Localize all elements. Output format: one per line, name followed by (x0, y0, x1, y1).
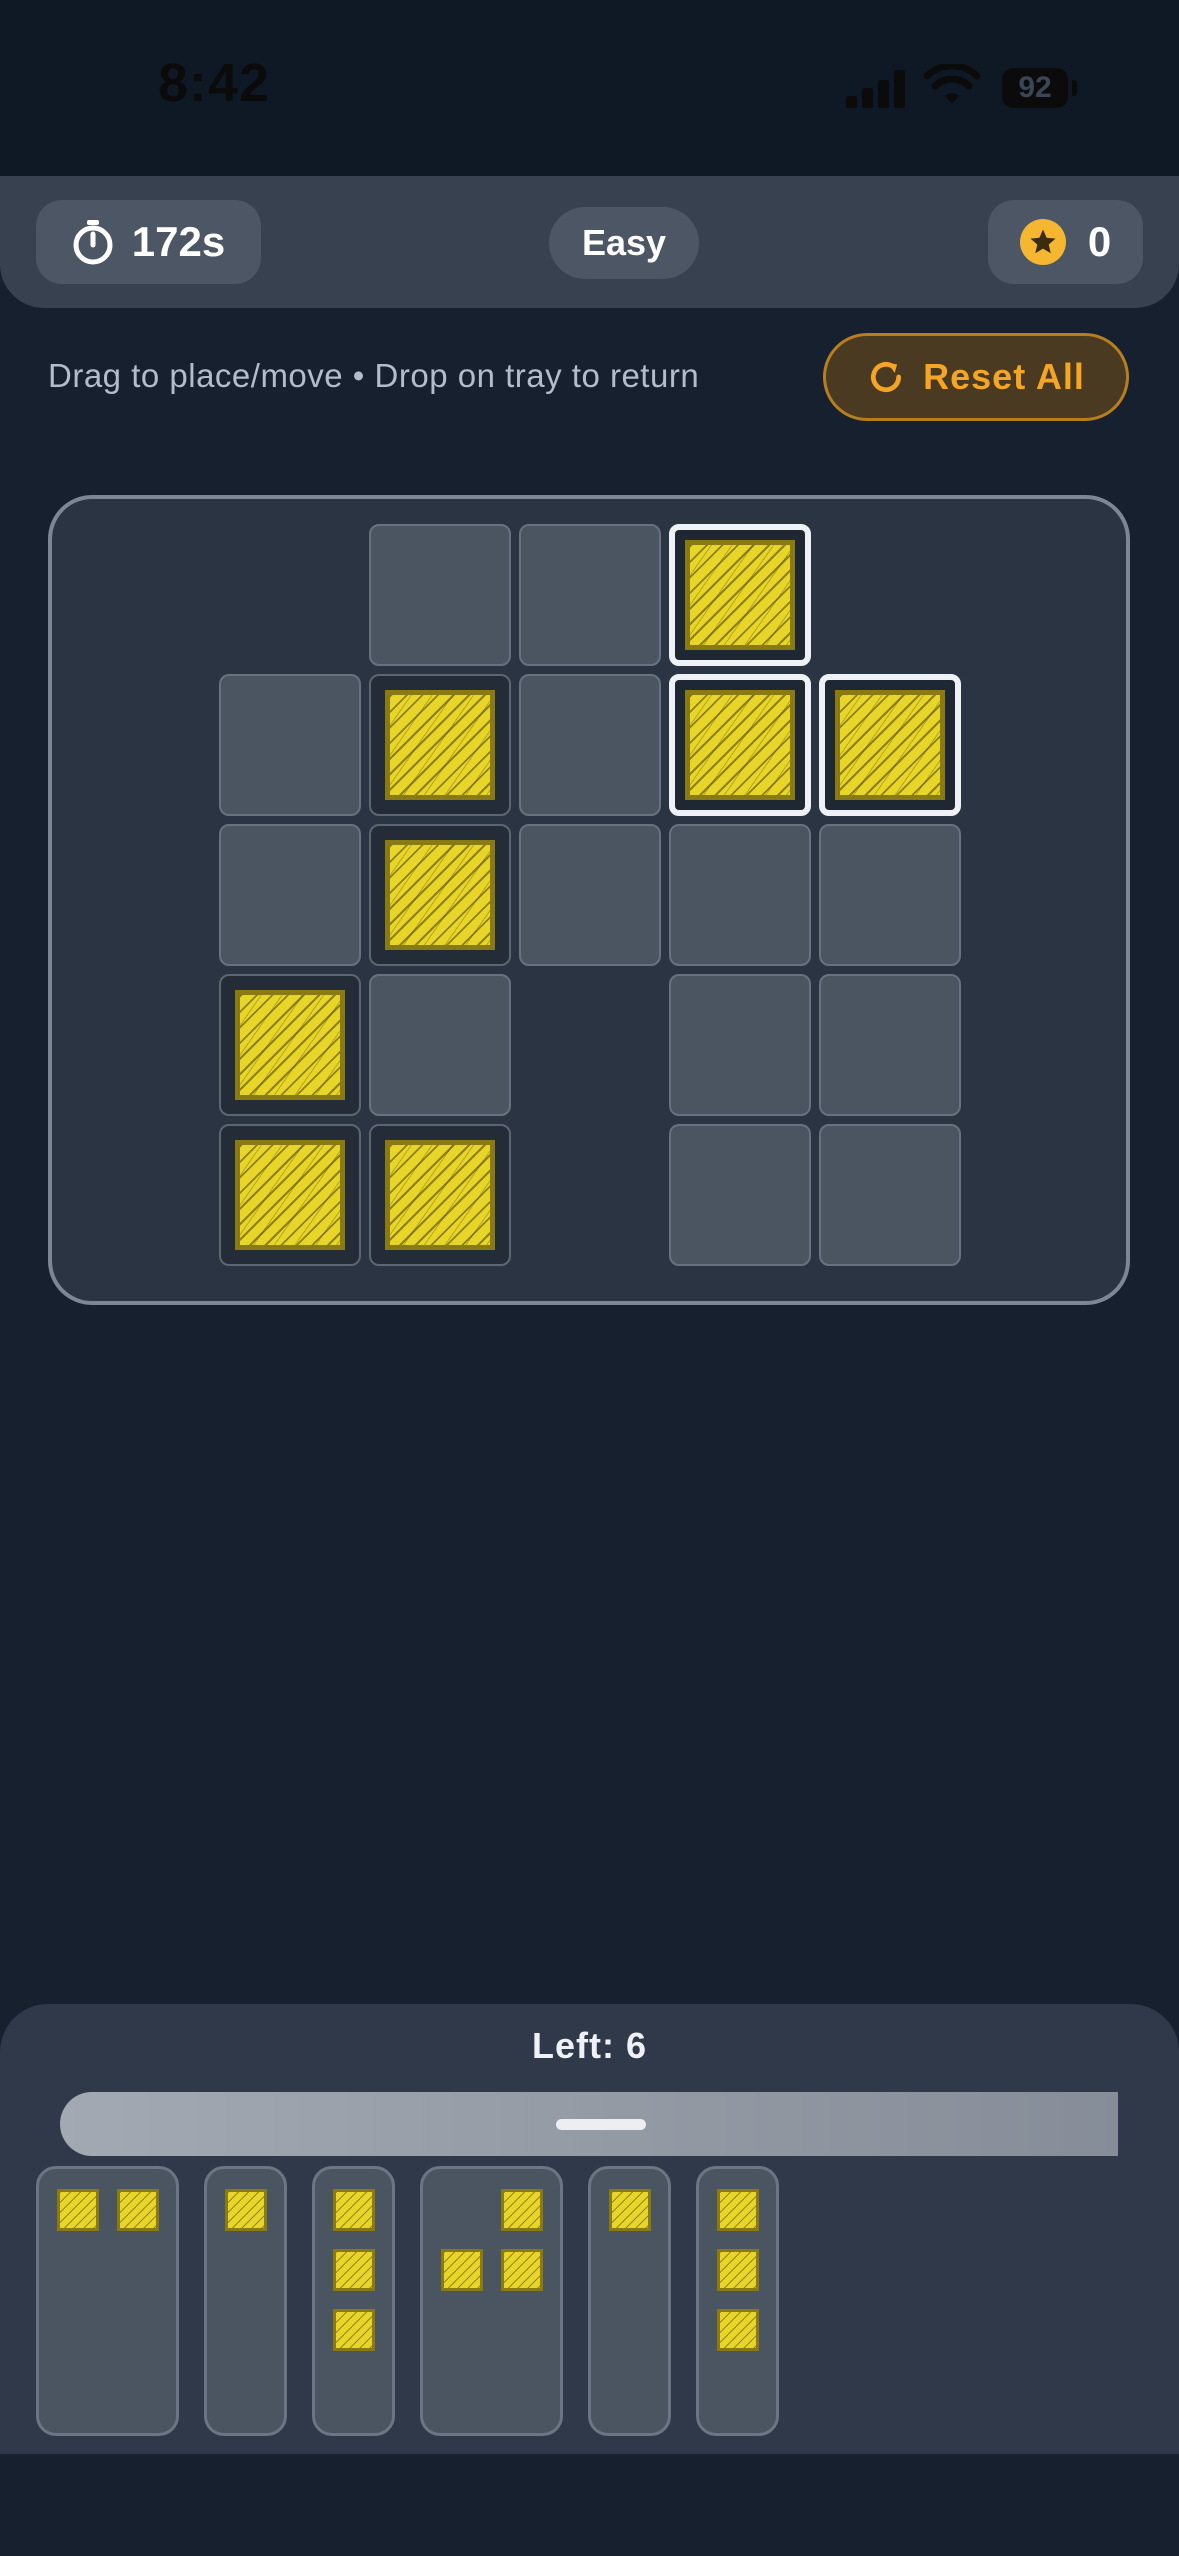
piece-block (717, 2249, 759, 2291)
piece-block (501, 2249, 543, 2291)
cellular-signal-icon (846, 70, 906, 108)
score-pill: 0 (988, 200, 1143, 284)
board-cell[interactable] (819, 974, 961, 1116)
instruction-text: Drag to place/move • Drop on tray to ret… (48, 357, 700, 394)
tray-piece[interactable] (696, 2166, 779, 2436)
yellow-block[interactable] (685, 690, 795, 800)
board-cell[interactable] (219, 1124, 361, 1266)
piece-block (717, 2189, 759, 2231)
board-cell[interactable] (219, 674, 361, 816)
score-value: 0 (1087, 218, 1112, 265)
board-cell[interactable] (519, 824, 661, 966)
reset-all-button[interactable]: Reset All (823, 333, 1129, 421)
board-cell[interactable] (369, 974, 511, 1116)
board-cell[interactable] (819, 674, 961, 816)
battery-tip (1072, 80, 1077, 96)
yellow-block[interactable] (385, 840, 495, 950)
refresh-icon (871, 362, 902, 393)
tray-piece[interactable] (588, 2166, 671, 2436)
tray-piece[interactable] (204, 2166, 287, 2436)
board-cell[interactable] (369, 674, 511, 816)
board-cell[interactable] (669, 974, 811, 1116)
piece-block (333, 2309, 375, 2351)
yellow-block[interactable] (835, 690, 945, 800)
piece-block (609, 2189, 651, 2231)
piece-block (333, 2189, 375, 2231)
yellow-block[interactable] (235, 1140, 345, 1250)
board-cell[interactable] (369, 1124, 511, 1266)
board-cell[interactable] (219, 824, 361, 966)
yellow-block[interactable] (385, 1140, 495, 1250)
board-cell[interactable] (669, 524, 811, 666)
stopwatch-icon (73, 220, 113, 265)
battery-icon: 92 (1002, 68, 1068, 108)
difficulty-badge: Easy (549, 207, 699, 279)
puzzle-board[interactable] (48, 495, 1130, 1305)
piece-block (57, 2189, 99, 2231)
tray-piece[interactable] (420, 2166, 563, 2436)
timer-pill: 172s (36, 200, 261, 284)
pieces-left-label: Left: 6 (532, 2025, 647, 2066)
reset-all-label: Reset All (923, 356, 1085, 397)
piece-block (117, 2189, 159, 2231)
wifi-icon (923, 64, 981, 104)
board-cell[interactable] (519, 524, 661, 666)
game-header: 172s Easy 0 (0, 176, 1179, 308)
yellow-block[interactable] (385, 690, 495, 800)
star-icon (1019, 219, 1066, 265)
scrollbar-thumb[interactable] (556, 2119, 646, 2130)
tray-piece[interactable] (312, 2166, 395, 2436)
board-cell[interactable] (369, 824, 511, 966)
board-cell[interactable] (819, 824, 961, 966)
piece-block (441, 2249, 483, 2291)
yellow-block[interactable] (235, 990, 345, 1100)
bottom-background (0, 2454, 1179, 2556)
timer-value: 172s (131, 218, 226, 265)
board-cell[interactable] (669, 674, 811, 816)
piece-block (717, 2309, 759, 2351)
board-cell[interactable] (369, 524, 511, 666)
board-cell[interactable] (219, 974, 361, 1116)
board-cell[interactable] (669, 824, 811, 966)
status-time: 8:42 (158, 53, 271, 113)
board-cell[interactable] (819, 1124, 961, 1266)
piece-block (225, 2189, 267, 2231)
board-cell[interactable] (669, 1124, 811, 1266)
board-cell[interactable] (519, 674, 661, 816)
piece-block (333, 2249, 375, 2291)
piece-block (501, 2189, 543, 2231)
tray-piece[interactable] (36, 2166, 179, 2436)
yellow-block[interactable] (685, 540, 795, 650)
